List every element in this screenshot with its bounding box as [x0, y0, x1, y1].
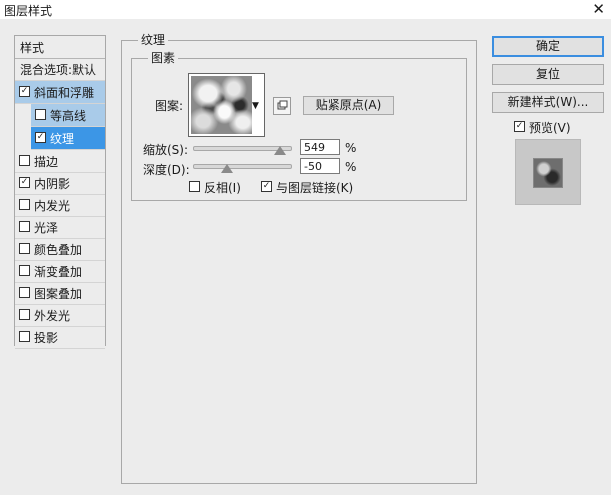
- preview-label: 预览(V): [529, 121, 571, 135]
- list-item-inner-glow[interactable]: 内发光: [15, 194, 105, 217]
- checkbox[interactable]: [19, 243, 30, 254]
- section-title: 纹理: [138, 33, 169, 47]
- checkbox[interactable]: [19, 331, 30, 342]
- checkbox[interactable]: [19, 199, 30, 210]
- styles-list: 样式 混合选项:默认 ✓ 斜面和浮雕 等高线 ✓ 纹理 描边 ✓ 内阴影 内发光…: [14, 35, 106, 349]
- checkbox[interactable]: ✓: [19, 177, 30, 188]
- checkbox[interactable]: [19, 221, 30, 232]
- invert-label: 反相(I): [204, 181, 241, 195]
- ok-button[interactable]: 确定: [492, 36, 604, 57]
- list-item-contour[interactable]: 等高线: [31, 104, 105, 127]
- depth-label: 深度(D):: [143, 163, 190, 177]
- list-item-label: 斜面和浮雕: [34, 86, 95, 100]
- preview-thumbnail: [515, 139, 581, 205]
- reset-button[interactable]: 复位: [492, 64, 604, 85]
- depth-input[interactable]: -50: [300, 158, 340, 174]
- new-style-button[interactable]: 新建样式(W)...: [492, 92, 604, 113]
- checkbox[interactable]: ✓: [35, 132, 46, 143]
- list-item-satin[interactable]: 光泽: [15, 216, 105, 239]
- checkbox[interactable]: ✓: [19, 86, 30, 97]
- depth-slider[interactable]: [193, 164, 292, 169]
- new-preset-icon[interactable]: [273, 97, 291, 115]
- chevron-down-icon[interactable]: ▼: [252, 101, 259, 111]
- styles-header[interactable]: 样式: [15, 36, 105, 59]
- list-item-gradient-overlay[interactable]: 渐变叠加: [15, 260, 105, 283]
- depth-slider-thumb[interactable]: [220, 164, 233, 173]
- snap-to-origin-button[interactable]: 贴紧原点(A): [303, 96, 394, 115]
- scale-slider-thumb[interactable]: [274, 146, 287, 155]
- invert-checkbox[interactable]: [189, 181, 200, 192]
- group-title: 图素: [148, 51, 179, 65]
- checkbox[interactable]: [35, 109, 46, 120]
- depth-unit: %: [345, 160, 357, 174]
- list-item-texture[interactable]: ✓ 纹理: [31, 127, 105, 150]
- scale-label: 缩放(S):: [143, 143, 189, 157]
- checkbox[interactable]: [19, 265, 30, 276]
- pattern-label: 图案:: [155, 99, 184, 113]
- list-item-label: 描边: [34, 155, 59, 169]
- preview-swatch: [533, 158, 563, 188]
- checkbox[interactable]: [19, 309, 30, 320]
- list-item-label: 渐变叠加: [34, 265, 83, 279]
- title-bar: 图层样式 ✕: [0, 0, 611, 19]
- list-item-inner-shadow[interactable]: ✓ 内阴影: [15, 172, 105, 195]
- list-item-color-overlay[interactable]: 颜色叠加: [15, 238, 105, 261]
- list-item-outer-glow[interactable]: 外发光: [15, 304, 105, 327]
- window-title: 图层样式: [4, 4, 53, 18]
- list-item-blending-options[interactable]: 混合选项:默认: [15, 58, 105, 81]
- close-icon[interactable]: ✕: [592, 0, 605, 18]
- list-item-label: 光泽: [34, 221, 59, 235]
- list-item-label: 内发光: [34, 199, 71, 213]
- link-with-layer-checkbox[interactable]: ✓: [261, 181, 272, 192]
- list-item-label: 投影: [34, 331, 59, 345]
- list-item-label: 颜色叠加: [34, 243, 83, 257]
- scale-input[interactable]: 549: [300, 139, 340, 155]
- scale-unit: %: [345, 141, 357, 155]
- list-item-pattern-overlay[interactable]: 图案叠加: [15, 282, 105, 305]
- list-item-label: 外发光: [34, 309, 71, 323]
- checkbox[interactable]: [19, 287, 30, 298]
- link-with-layer-label: 与图层链接(K): [276, 181, 354, 195]
- pattern-thumbnail: [191, 76, 252, 134]
- list-item-label: 内阴影: [34, 177, 71, 191]
- checkbox[interactable]: [19, 155, 30, 166]
- list-item-drop-shadow[interactable]: 投影: [15, 326, 105, 349]
- list-item-bevel-emboss[interactable]: ✓ 斜面和浮雕: [15, 81, 105, 104]
- list-item-label: 图案叠加: [34, 287, 83, 301]
- list-item-label: 混合选项:默认: [20, 63, 97, 77]
- preview-checkbox[interactable]: ✓: [514, 121, 525, 132]
- list-item-stroke[interactable]: 描边: [15, 150, 105, 173]
- list-item-label: 等高线: [50, 109, 87, 123]
- list-item-label: 纹理: [50, 132, 75, 146]
